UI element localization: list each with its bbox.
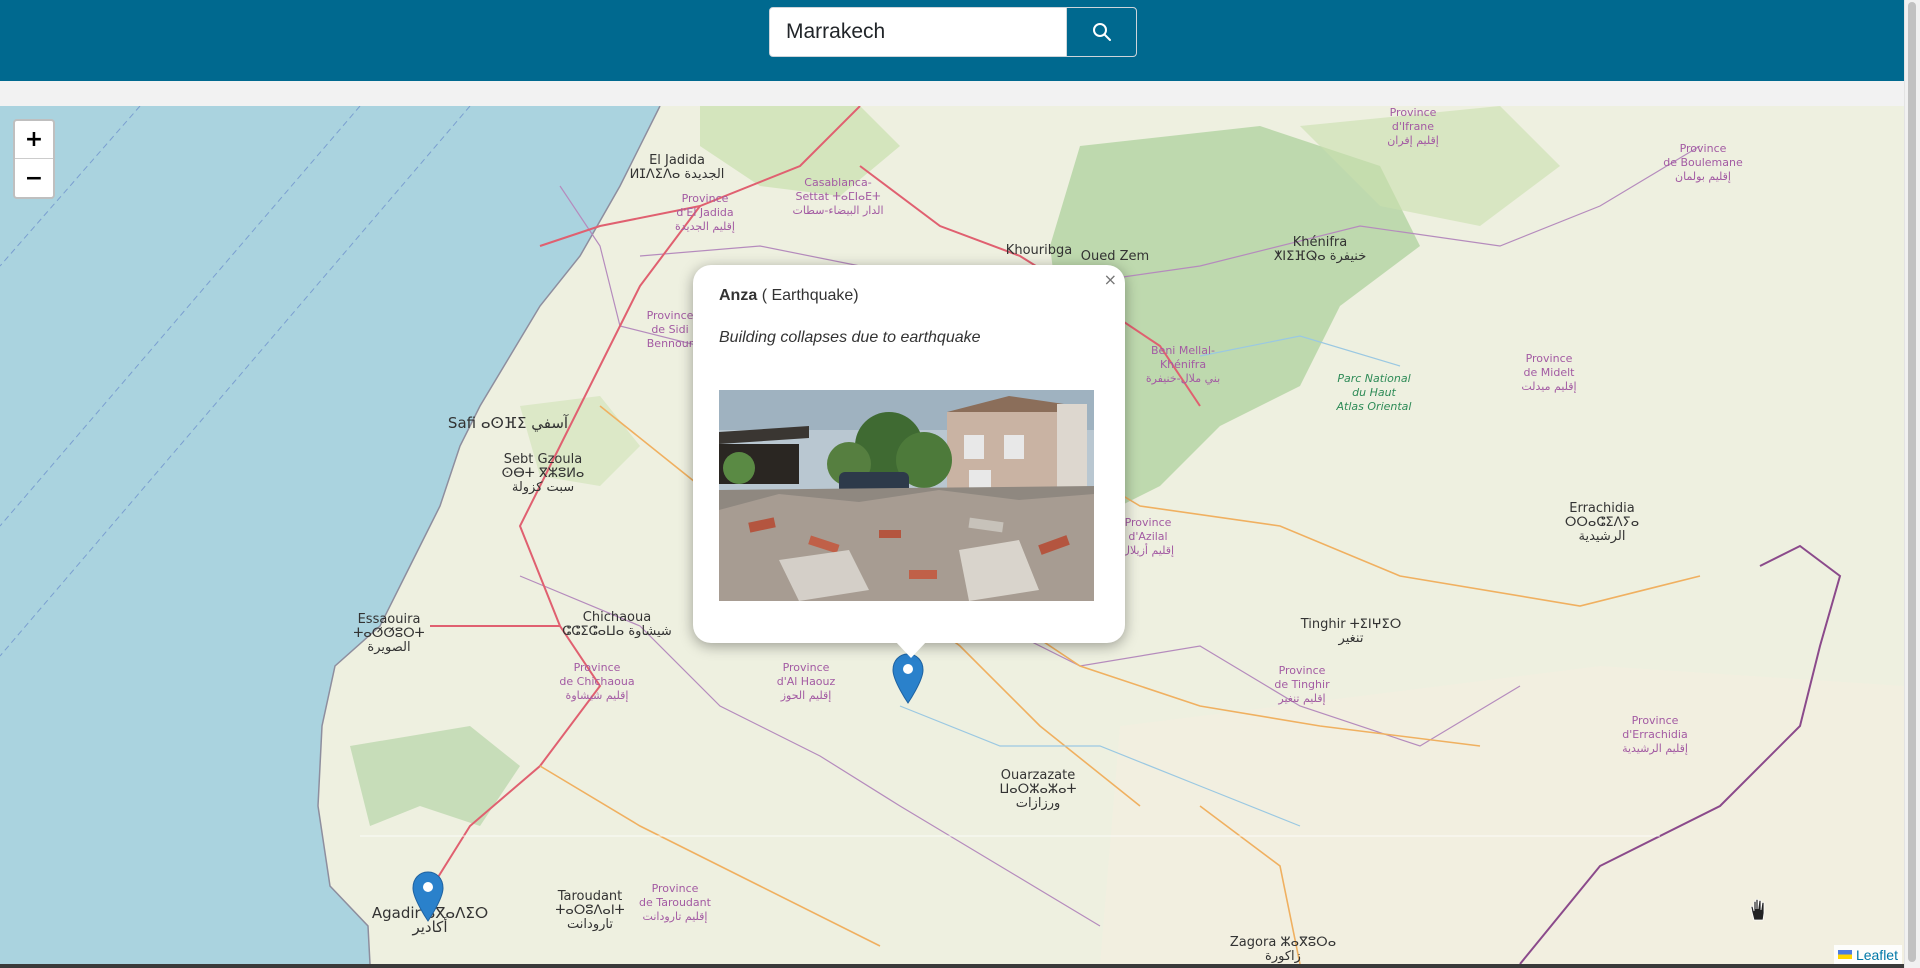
map-label-khenifra: Khénifra ⵅⵏⵉⴼⵕⴰ خنيفرة: [1273, 235, 1367, 264]
map-label-khouribga: Khouribga: [1005, 243, 1073, 258]
search-button[interactable]: [1066, 8, 1136, 56]
popup-title: Anza ( Earthquake): [719, 287, 859, 305]
map-pin-icon: [412, 871, 444, 922]
map-label-oued-zem: Oued Zem: [1080, 249, 1150, 264]
map-label-province-sidi-bennour: Province de Sidi Bennour: [646, 309, 694, 350]
ukraine-flag-icon: [1837, 950, 1852, 959]
map-label-tinghir: Tinghir ⵜⵉⵏⵖⵉⵔ تنغير: [1300, 617, 1402, 646]
map-attribution: Leaflet: [1833, 945, 1902, 964]
toolbar-strip: [0, 81, 1905, 107]
map-label-el-jadida: El Jadida ⵍⵊⴷⵉⴷⴰ الجديدة: [629, 153, 725, 182]
popup-event-type: ( Earthquake): [761, 287, 859, 304]
map-label-errachidia: Errachidia ⵔⵔⴰⵛⵉⴷⵢⴰ الرشيدية: [1564, 501, 1640, 544]
search-bar: [769, 7, 1137, 57]
map-label-essaouira: Essaouira ⵜⴰⵚⵚⵓⵔⵜ الصويرة: [353, 612, 425, 655]
search-icon: [1092, 23, 1111, 41]
map-label-province-boulemane: Province de Boulemane إقليم بولمان: [1663, 142, 1743, 183]
map-label-province-midelt: Province de Midelt إقليم ميدلت: [1521, 352, 1577, 393]
map-marker-agadir[interactable]: [411, 871, 445, 923]
zoom-in-button[interactable]: +: [15, 121, 53, 159]
marker-popup: × Anza ( Earthquake) Building collapses …: [693, 265, 1125, 643]
popup-tip: [895, 641, 927, 658]
popup-description: Building collapses due to earthquake: [719, 329, 981, 346]
top-header: [0, 0, 1905, 81]
vertical-scrollbar[interactable]: [1904, 0, 1920, 968]
map-label-parc-national: Parc National du Haut Atlas Oriental: [1336, 372, 1412, 413]
map-label-beni-mellal: Beni Mellal- Khénifra بني ملال-خنيفرة: [1145, 344, 1221, 385]
popup-place-name: Anza: [719, 287, 758, 304]
map-label-province-chichaoua: Province de Chichaoua إقليم شيشاوة: [559, 661, 635, 702]
map-label-ouarzazate: Ouarzazate ⵡⴰⵔⵣⴰⵣⴰⵜ ورزازات: [999, 768, 1077, 811]
map-label-province-tinghir: Province de Tinghir إقليم تنغير: [1274, 664, 1330, 705]
map-pin-icon: [892, 653, 924, 704]
map-label-casablanca-settat: Casablanca- Settat ⵜⴰⵎⵏⴰⴹⵜ الدار البيضاء-س…: [792, 176, 884, 217]
zoom-control: + −: [13, 119, 55, 199]
zoom-out-button[interactable]: −: [15, 159, 53, 197]
map-label-safi: Safi ⴰⵙⴼⵉ آسفي: [447, 414, 569, 432]
map-label-province-errachidia: Province d'Errachidia إقليم الرشيدية: [1622, 714, 1688, 755]
map-label-taroudant: Taroudant ⵜⴰⵔⵓⴷⴰⵏⵜ تارودانت: [555, 889, 625, 932]
map-label-province-ifrane: Province d'Ifrane إقليم إفران: [1387, 106, 1439, 147]
map-label-sebt-gzoula: Sebt Gzoula ⵙⴱⵜ ⴳⵣⵓⵍⴰ سبت كزولة: [501, 452, 585, 495]
map-label-province-azilal: Province d'Azilal إقليم أزيلال: [1121, 516, 1175, 557]
map-marker-anza[interactable]: [891, 653, 925, 705]
window-bottom-edge: [0, 964, 1905, 968]
popup-close-button[interactable]: ×: [1104, 270, 1117, 289]
map-label-chichaoua: Chichaoua ⵛⵛⵉⵛⴰⵡⴰ شيشاوة: [562, 610, 672, 639]
search-input[interactable]: [770, 8, 1066, 56]
map-label-province-taroudant: Province de Taroudant إقليم تارودانت: [639, 882, 711, 923]
map-label-province-al-haouz: Province d'Al Haouz إقليم الحوز: [776, 661, 836, 702]
scrollbar-thumb[interactable]: [1908, 2, 1916, 962]
popup-photo: [719, 390, 1094, 601]
hand-cursor-icon: [1750, 898, 1765, 921]
map-label-zagora: Zagora ⵣⴰⴳⵓⵔⴰ زاكورة: [1229, 935, 1337, 964]
map-label-province-el-jadida: Province d'El Jadida إقليم الجديدة: [675, 192, 735, 233]
leaflet-link[interactable]: Leaflet: [1856, 947, 1898, 963]
